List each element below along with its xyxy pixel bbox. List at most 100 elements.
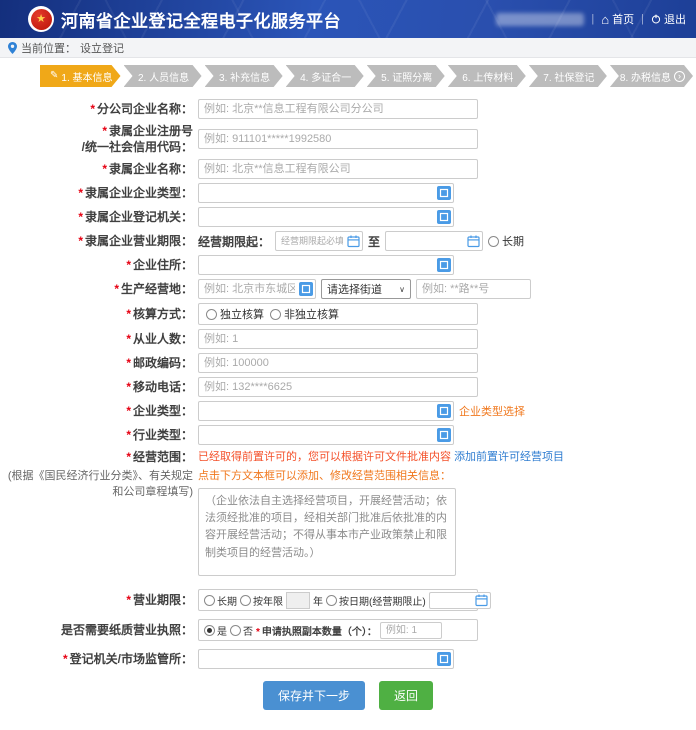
label-text: 隶属企业登记机关： bbox=[85, 210, 193, 224]
road-address-input[interactable] bbox=[416, 279, 531, 299]
industry-type-input[interactable] bbox=[198, 425, 454, 445]
logout-link[interactable]: 退出 bbox=[651, 11, 686, 27]
postcode-input[interactable] bbox=[198, 353, 478, 373]
form-row-scope: *经营范围： (根据《国民经济行业分类》、有关规定和公司章程填写) 已经取得前置… bbox=[0, 449, 696, 581]
parent-registry-authority-input[interactable] bbox=[198, 207, 454, 227]
term-long-radio[interactable]: 长期 bbox=[204, 593, 237, 608]
tab-step-5-cert-separation[interactable]: 5. 证照分离 bbox=[367, 65, 445, 87]
save-next-button[interactable]: 保存并下一步 bbox=[263, 681, 365, 710]
accounting-label: *核算方式： bbox=[0, 306, 198, 322]
required-mark: * bbox=[126, 428, 131, 442]
calendar-icon[interactable] bbox=[347, 235, 360, 248]
accounting-nonindependent-radio[interactable]: 非独立核算 bbox=[270, 306, 339, 322]
radio-icon bbox=[206, 309, 217, 320]
company-address-input[interactable] bbox=[198, 255, 454, 275]
step-tabs: ✎ 1. 基本信息 2. 人员信息 3. 补充信息 4. 多证合一 5. 证照分… bbox=[40, 65, 693, 87]
parent-term-label: *隶属企业营业期限： bbox=[0, 233, 198, 249]
tab-step-7-social-security[interactable]: 7. 社保登记 bbox=[529, 65, 607, 87]
term-bydate-radio[interactable]: 按日期(经营期限止) bbox=[326, 593, 426, 608]
authority-label: *登记机关/市场监管所： bbox=[0, 651, 198, 667]
label-text: 生产经营地： bbox=[121, 282, 193, 296]
radio-label: 是 bbox=[217, 623, 227, 638]
term-years-radio[interactable]: 按年限 bbox=[240, 593, 283, 608]
street-select[interactable]: 请选择街道 ∨ bbox=[321, 279, 411, 299]
breadcrumb-current: 设立登记 bbox=[80, 40, 124, 56]
form-row-business-place: *生产经营地： 请选择街道 ∨ bbox=[0, 279, 696, 299]
app-title: 河南省企业登记全程电子化服务平台 bbox=[61, 7, 341, 32]
years-count-input[interactable] bbox=[286, 592, 310, 609]
enterprise-type-input[interactable] bbox=[198, 401, 454, 421]
tab-step-1-basic-info[interactable]: ✎ 1. 基本信息 bbox=[40, 65, 121, 87]
picker-icon[interactable] bbox=[437, 428, 451, 442]
paper-license-label: 是否需要纸质营业执照： bbox=[0, 622, 198, 638]
parent-credit-code-input[interactable] bbox=[198, 129, 478, 149]
calendar-icon[interactable] bbox=[467, 235, 480, 248]
parent-company-type-input[interactable] bbox=[198, 183, 454, 203]
business-place-label: *生产经营地： bbox=[0, 281, 198, 297]
radio-label: 按年限 bbox=[253, 593, 283, 608]
paper-yes-radio[interactable]: 是 bbox=[204, 623, 227, 638]
parent-company-name-input[interactable] bbox=[198, 159, 478, 179]
tab-step-8-tax-info[interactable]: 8. 办税信息 › bbox=[610, 65, 693, 87]
tab-step-6-upload-materials[interactable]: 6. 上传材料 bbox=[448, 65, 526, 87]
term-box: 长期 按年限 年 按日期(经营期限止) bbox=[198, 589, 478, 611]
employees-input[interactable] bbox=[198, 329, 478, 349]
breadcrumb-prefix: 当前位置： bbox=[21, 40, 76, 56]
picker-icon[interactable] bbox=[437, 404, 451, 418]
label-text: 核算方式： bbox=[133, 307, 193, 321]
ent-type-label: *企业类型： bbox=[0, 403, 198, 419]
label-text: 分公司企业名称： bbox=[97, 102, 193, 116]
mobile-input[interactable] bbox=[198, 377, 478, 397]
tab-step-3-supplementary-info[interactable]: 3. 补充信息 bbox=[205, 65, 283, 87]
copies-label: 申请执照副本数量（个）： bbox=[262, 627, 377, 638]
tab-label: 5. 证照分离 bbox=[381, 69, 432, 84]
tab-step-4-multi-cert[interactable]: 4. 多证合一 bbox=[286, 65, 364, 87]
select-value: 请选择街道 bbox=[327, 281, 382, 297]
tab-label: 1. 基本信息 bbox=[61, 69, 112, 84]
parent-longterm-radio[interactable]: 长期 bbox=[488, 233, 524, 249]
label-text: /统一社会信用代码： bbox=[82, 140, 193, 154]
radio-icon bbox=[488, 236, 499, 247]
branch-name-label: *分公司企业名称： bbox=[0, 101, 198, 117]
radio-icon bbox=[230, 625, 241, 636]
required-mark: * bbox=[78, 186, 83, 200]
parent-name-label: *隶属企业名称： bbox=[0, 161, 198, 177]
business-scope-textarea[interactable]: （企业依法自主选择经营项目，开展经营活动；依法须经批准的项目，经相关部门批准后依… bbox=[198, 488, 456, 576]
nav-separator: | bbox=[641, 13, 644, 25]
radio-icon bbox=[270, 309, 281, 320]
home-link[interactable]: ⌂ 首页 bbox=[601, 11, 634, 27]
picker-icon[interactable] bbox=[299, 282, 313, 296]
accounting-independent-radio[interactable]: 独立核算 bbox=[206, 306, 264, 322]
scope-label-note: (根据《国民经济行业分类》、有关规定和公司章程填写) bbox=[0, 469, 193, 501]
label-text: 是否需要纸质营业执照： bbox=[61, 623, 193, 637]
national-emblem-icon: ★ bbox=[28, 6, 54, 32]
enterprise-type-select-link[interactable]: 企业类型选择 bbox=[459, 403, 525, 419]
picker-icon[interactable] bbox=[437, 186, 451, 200]
term-start-label: 经营期限起： bbox=[198, 233, 270, 250]
required-mark: * bbox=[256, 627, 260, 638]
picker-icon[interactable] bbox=[437, 652, 451, 666]
back-button[interactable]: 返回 bbox=[379, 681, 433, 710]
tab-label: 7. 社保登记 bbox=[543, 69, 594, 84]
picker-icon[interactable] bbox=[437, 210, 451, 224]
picker-icon[interactable] bbox=[437, 258, 451, 272]
label-text: 行业类型： bbox=[133, 428, 193, 442]
paper-no-radio[interactable]: 否 bbox=[230, 623, 253, 638]
add-permit-link[interactable]: 添加前置许可经营项目 bbox=[454, 451, 564, 463]
registry-authority-input[interactable] bbox=[198, 649, 454, 669]
breadcrumb: 当前位置： 设立登记 bbox=[0, 38, 696, 58]
nav-separator: | bbox=[591, 13, 594, 25]
industry-label: *行业类型： bbox=[0, 427, 198, 443]
required-mark: * bbox=[78, 234, 83, 248]
calendar-icon[interactable] bbox=[475, 594, 488, 607]
label-text: 企业住所： bbox=[133, 258, 193, 272]
license-copies-input[interactable] bbox=[380, 622, 442, 639]
chevron-down-icon: ∨ bbox=[399, 285, 405, 294]
tab-label: 6. 上传材料 bbox=[462, 69, 513, 84]
label-text: 企业类型： bbox=[133, 404, 193, 418]
label-text: 隶属企业企业类型： bbox=[85, 186, 193, 200]
required-mark: * bbox=[126, 450, 131, 464]
tab-step-2-personnel-info[interactable]: 2. 人员信息 bbox=[124, 65, 202, 87]
employees-label: *从业人数： bbox=[0, 331, 198, 347]
branch-name-input[interactable] bbox=[198, 99, 478, 119]
